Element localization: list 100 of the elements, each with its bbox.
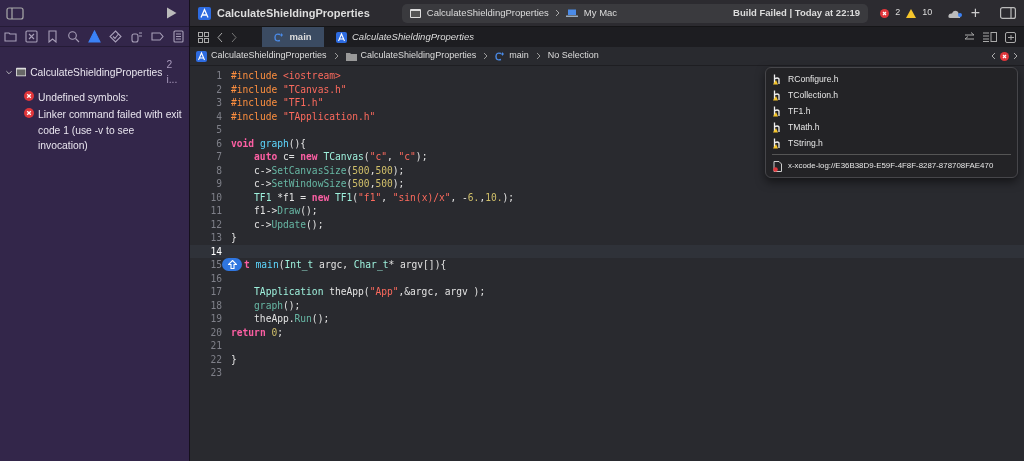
header-file-icon: [773, 89, 782, 101]
add-button[interactable]: +: [970, 1, 980, 25]
bookmark-icon[interactable]: [46, 30, 59, 43]
run-icon[interactable]: [166, 7, 177, 19]
code-line: #include <iostream>: [231, 69, 341, 83]
breadcrumb-item[interactable]: No Selection: [547, 49, 599, 63]
line-number: 1: [215, 69, 222, 83]
line-number: 6: [215, 136, 222, 150]
debug-icon[interactable]: [130, 30, 143, 43]
line-number: 22: [209, 352, 222, 366]
header-file-icon: [773, 105, 782, 117]
chevron-icon: [483, 52, 489, 60]
warning-count[interactable]: 10: [922, 6, 933, 20]
warning-icon[interactable]: [88, 30, 101, 43]
error-count[interactable]: 2: [895, 6, 901, 20]
line-number: 14: [209, 244, 222, 258]
folder-icon[interactable]: [4, 30, 17, 43]
folder-icon: [345, 51, 357, 61]
editor-tab[interactable]: CalculateShieldingProperties: [324, 27, 486, 47]
warning-icon: [906, 8, 917, 18]
app-icon: [15, 67, 27, 78]
line-number: 12: [209, 217, 222, 231]
code-line: c->SetWindowSize(500,500);: [253, 177, 405, 191]
project-name[interactable]: CalculateShieldingProperties: [30, 64, 163, 81]
laptop-icon: [565, 9, 578, 17]
line-number: 5: [215, 123, 222, 137]
code-line: void graph(){: [231, 136, 307, 150]
breadcrumb-item[interactable]: CalculateShieldingProperties: [211, 49, 327, 63]
code-line: c->SetCanvasSize(500,500);: [253, 163, 405, 177]
line-number: 13: [209, 231, 222, 245]
forward-icon[interactable]: [231, 31, 237, 43]
line-number: 19: [209, 312, 222, 326]
project-icon: [336, 31, 347, 43]
c-file-icon: [274, 32, 285, 42]
issue-count: 2 i...: [166, 58, 179, 88]
code-line: #include "TF1.h": [231, 96, 324, 110]
header-file-icon: [773, 121, 782, 133]
line-number: 2: [215, 82, 222, 96]
code-line: }: [231, 231, 237, 245]
line-number: 3: [215, 96, 222, 110]
swap-icon[interactable]: [964, 32, 975, 42]
error-icon[interactable]: [1000, 51, 1009, 61]
breadcrumb-item[interactable]: main: [509, 49, 529, 63]
next-issue-icon[interactable]: [1013, 52, 1018, 60]
popup-item[interactable]: TCollection.h: [766, 87, 1017, 103]
line-number: 15: [209, 258, 222, 272]
issue-message[interactable]: Linker command failed with exit code 1 (use -v to see invocation): [38, 107, 183, 154]
previous-issue-icon[interactable]: [991, 52, 996, 60]
project-title: CalculateShieldingProperties: [217, 5, 370, 21]
line-number: 10: [209, 190, 222, 204]
editor-tab[interactable]: main: [262, 27, 324, 47]
line-number: 21: [209, 339, 222, 353]
destination-label[interactable]: My Mac: [583, 5, 618, 21]
issue-message[interactable]: Undefined symbols:: [38, 89, 129, 106]
popup-item[interactable]: TMath.h: [766, 119, 1017, 135]
grid-icon[interactable]: [198, 31, 209, 43]
line-number: 11: [209, 204, 222, 218]
code-line: #include "TApplication.h": [231, 109, 376, 123]
code-line: return 0;: [231, 325, 283, 339]
line-number: 18: [209, 298, 222, 312]
cloud-icon[interactable]: [948, 8, 963, 18]
breakpoint-icon[interactable]: [151, 30, 164, 43]
disclosure-icon[interactable]: [6, 68, 12, 76]
code-line: c->Update();: [253, 217, 324, 231]
search-icon[interactable]: [67, 30, 80, 43]
header-file-icon: [773, 137, 782, 149]
code-line: graph();: [253, 298, 301, 312]
chevron-icon: [535, 52, 541, 60]
line-number: 9: [215, 177, 222, 191]
breadcrumb-item[interactable]: CalculateShieldingProperties: [360, 49, 477, 63]
sidebar-toggle-icon[interactable]: [6, 6, 24, 20]
scheme-label[interactable]: CalculateShieldingProperties: [426, 5, 549, 21]
source-control-icon[interactable]: [25, 30, 38, 43]
project-icon: [196, 50, 207, 62]
line-number: 16: [209, 271, 222, 285]
error-icon: [880, 8, 890, 18]
header-file-icon: [773, 73, 782, 85]
code-line: TF1 *f1 = new TF1("f1", "sin(x)/x", -6.,10.);: [253, 190, 515, 204]
c-file-icon: [495, 51, 506, 61]
report-icon[interactable]: [172, 30, 185, 43]
code-line: t main(Int_t argc, Char_t* argv[]){: [244, 258, 447, 272]
log-file-icon: [773, 160, 782, 172]
code-line: auto c= new TCanvas("c", "c");: [253, 150, 428, 164]
line-number: 8: [215, 163, 222, 177]
line-number: 4: [215, 109, 222, 123]
popup-item[interactable]: TString.h: [766, 135, 1017, 151]
popup-item[interactable]: RConfigure.h: [766, 71, 1017, 87]
line-number: 23: [209, 366, 222, 380]
inspector-toggle-icon[interactable]: [1000, 7, 1016, 19]
add-editor-icon[interactable]: [1005, 31, 1016, 43]
back-icon[interactable]: [217, 31, 223, 43]
code-line: #include "TCanvas.h": [231, 82, 347, 96]
list-icon[interactable]: [983, 32, 997, 42]
code-line: TApplication theApp("App",&argc, argv );: [253, 285, 486, 299]
issue-badge[interactable]: [222, 258, 242, 271]
popup-item[interactable]: TF1.h: [766, 103, 1017, 119]
test-icon[interactable]: [109, 30, 122, 43]
line-number: 7: [215, 150, 222, 164]
project-icon: [198, 6, 211, 20]
app-icon: [409, 8, 421, 18]
